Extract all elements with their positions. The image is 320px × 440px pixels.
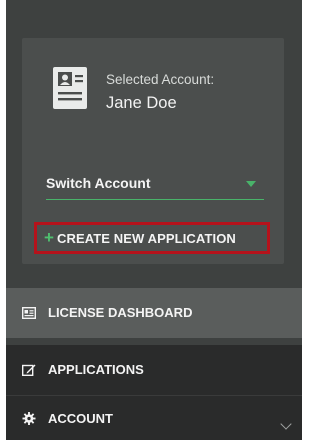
- sidebar: Selected Account: Jane Doe Switch Accoun…: [6, 0, 302, 440]
- chevron-down-icon[interactable]: [280, 418, 292, 430]
- create-new-application-label: CREATE NEW APPLICATION: [57, 231, 236, 246]
- nav-item-license-dashboard[interactable]: LICENSE DASHBOARD: [6, 288, 302, 338]
- plus-icon: +: [44, 228, 54, 247]
- caret-down-icon: [246, 181, 256, 187]
- gear-icon: [22, 412, 36, 425]
- id-card-icon: [22, 307, 36, 319]
- selected-account-name: Jane Doe: [106, 94, 177, 112]
- nav-label: APPLICATIONS: [48, 362, 144, 377]
- create-new-application-button[interactable]: + CREATE NEW APPLICATION: [34, 222, 270, 254]
- account-card: Selected Account: Jane Doe Switch Accoun…: [22, 38, 284, 264]
- switch-account-select[interactable]: Switch Account: [46, 172, 264, 200]
- switch-account-label: Switch Account: [46, 175, 151, 191]
- nav-item-applications[interactable]: APPLICATIONS: [6, 345, 302, 395]
- edit-icon: [22, 364, 36, 376]
- sidebar-top: Selected Account: Jane Doe Switch Accoun…: [6, 0, 302, 285]
- nav-label: ACCOUNT: [48, 411, 113, 426]
- nav-item-account[interactable]: ACCOUNT: [6, 396, 302, 440]
- id-card-icon: [53, 67, 87, 109]
- selected-account-label: Selected Account:: [106, 72, 215, 87]
- nav-label: LICENSE DASHBOARD: [48, 305, 193, 320]
